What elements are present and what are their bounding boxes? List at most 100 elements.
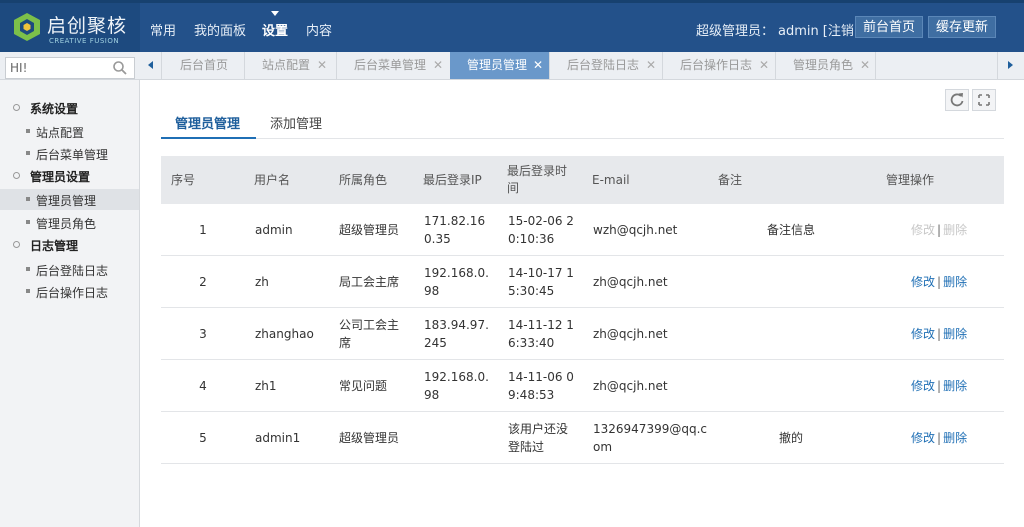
logo-mark-icon [14, 13, 40, 41]
cell-remark: 撤的 [778, 431, 803, 445]
close-icon[interactable]: ✕ [433, 52, 443, 79]
cell-role-line: 超级管理员 [339, 431, 400, 445]
cell-role-line: 超级管理员 [339, 223, 400, 237]
nav-settings[interactable]: 设置 [262, 20, 288, 39]
delete-link[interactable]: 删除 [943, 431, 967, 445]
cell-role: 公司工会主 席 [339, 316, 399, 352]
close-icon[interactable]: ✕ [317, 52, 327, 79]
search-icon[interactable] [112, 60, 128, 76]
close-icon[interactable]: ✕ [646, 52, 656, 79]
close-icon[interactable]: ✕ [860, 52, 870, 79]
cell-ip-line: 192.168.0. [424, 370, 489, 384]
cell-time-line: 15-02-06 2 [508, 214, 574, 228]
square-bullet-icon [26, 129, 30, 133]
nav-content[interactable]: 内容 [306, 20, 332, 39]
tab-label: 站点配置 [262, 58, 311, 72]
sidebar-group-system[interactable]: 系统设置 [0, 98, 140, 118]
fullscreen-button[interactable] [972, 89, 996, 111]
edit-link[interactable]: 修改 [911, 275, 935, 289]
sidebar-item-menu-management[interactable]: 后台菜单管理 [0, 143, 139, 164]
cell-email: 1326947399@qq.c om [593, 420, 707, 456]
cell-role: 超级管理员 [339, 221, 399, 239]
refresh-button[interactable] [945, 89, 969, 111]
cell-ip: 183.94.97. 245 [424, 316, 489, 352]
cell-ip-line: 245 [424, 336, 447, 350]
tab-scroll-left-icon[interactable] [140, 52, 162, 79]
edit-link[interactable]: 修改 [911, 431, 935, 445]
tab-backend-home[interactable]: 后台首页 [163, 52, 245, 79]
cell-role-line: 席 [339, 336, 352, 350]
delete-link[interactable]: 删除 [943, 327, 967, 341]
sidebar-group-admin[interactable]: 管理员设置 [0, 166, 140, 186]
edit-link[interactable]: 修改 [911, 379, 935, 393]
square-bullet-icon [26, 151, 30, 155]
sidebar-item-login-log[interactable]: 后台登陆日志 [0, 259, 139, 280]
cell-ops: 修改 | 删除 [911, 221, 967, 239]
cell-time: 15-02-06 2 0:10:36 [508, 212, 574, 248]
cache-update-button[interactable]: 缓存更新 [928, 16, 997, 38]
table-row: 4 zh1 常见问题 192.168.0. 98 14-11-06 0 9:48… [161, 360, 1004, 412]
subtab-add-admin[interactable]: 添加管理 [270, 113, 322, 132]
search-input[interactable] [6, 58, 106, 78]
sidebar-group-label: 日志管理 [30, 239, 79, 253]
cell-time-line: 登陆过 [508, 440, 545, 454]
ops-separator: | [937, 275, 942, 289]
tab-scroll-right-icon[interactable] [997, 52, 1019, 79]
sidebar-item-admin-management[interactable]: 管理员管理 [0, 189, 139, 210]
sidebar-item-site-config[interactable]: 站点配置 [0, 121, 139, 142]
nav-my-panel[interactable]: 我的面板 [194, 20, 246, 39]
circle-icon [13, 241, 20, 248]
tab-bar: 后台首页 站点配置 ✕ 后台菜单管理 ✕ 管理员管理 ✕ 后台登陆日志 ✕ 后台… [0, 52, 1024, 80]
subtab-admin-list[interactable]: 管理员管理 [175, 113, 240, 132]
cell-email-line: wzh@qcjh.net [593, 223, 678, 237]
cell-role-line: 常见问题 [339, 379, 388, 393]
col-seq: 序号 [171, 173, 196, 187]
cell-role: 常见问题 [339, 377, 387, 395]
fullscreen-icon [978, 94, 990, 106]
circle-icon [13, 172, 20, 179]
ops-separator: | [937, 431, 942, 445]
cell-ops: 修改 | 删除 [911, 273, 967, 291]
cell-email-line: zh@qcjh.net [593, 275, 668, 289]
sidebar-item-operation-log[interactable]: 后台操作日志 [0, 281, 139, 302]
table-row: 1 admin 超级管理员 171.82.16 0.35 15-02-06 2 … [161, 204, 1004, 256]
table-row: 2 zh 局工会主席 192.168.0. 98 14-10-17 1 5:30… [161, 256, 1004, 308]
cell-username: zh [255, 275, 269, 289]
edit-link[interactable]: 修改 [911, 327, 935, 341]
close-icon[interactable]: ✕ [533, 52, 543, 79]
tab-menu-management[interactable]: 后台菜单管理 ✕ [337, 52, 453, 79]
sidebar-item-label: 后台菜单管理 [36, 148, 109, 162]
ops-separator: | [937, 379, 942, 393]
cell-ip-line: 183.94.97. [424, 318, 489, 332]
close-icon[interactable]: ✕ [759, 52, 769, 79]
tab-label: 后台菜单管理 [354, 58, 427, 72]
delete-link: 删除 [943, 223, 968, 237]
sidebar-item-admin-role[interactable]: 管理员角色 [0, 212, 139, 233]
col-time: 最后登录时 间 [507, 163, 567, 197]
cell-ip: 192.168.0. 98 [424, 368, 489, 404]
delete-link[interactable]: 删除 [943, 275, 967, 289]
nav-common[interactable]: 常用 [150, 20, 176, 39]
sidebar-group-log[interactable]: 日志管理 [0, 235, 140, 255]
tab-login-log[interactable]: 后台登陆日志 ✕ [550, 52, 663, 79]
tab-admin-management[interactable]: 管理员管理 ✕ [450, 52, 550, 79]
edit-link: 修改 [911, 223, 936, 237]
logo[interactable]: 启创聚核 CREATIVE FUSION [0, 3, 140, 52]
tab-operation-log[interactable]: 后台操作日志 ✕ [663, 52, 776, 79]
col-username: 用户名 [254, 173, 291, 187]
tab-site-config[interactable]: 站点配置 ✕ [245, 52, 337, 79]
tab-label: 管理员管理 [467, 58, 528, 72]
sidebar-group-label: 系统设置 [30, 102, 79, 116]
tab-admin-role[interactable]: 管理员角色 ✕ [776, 52, 876, 79]
cell-ip-line: 98 [424, 388, 440, 402]
cell-time-line: 9:48:53 [508, 388, 555, 402]
logout-link[interactable]: [注销] [823, 24, 859, 39]
front-home-button[interactable]: 前台首页 [855, 16, 924, 38]
cell-seq: 5 [199, 431, 207, 445]
cell-time-line: 14-10-17 1 [508, 266, 574, 280]
cell-time: 14-11-06 0 9:48:53 [508, 368, 574, 404]
cell-time: 14-11-12 1 6:33:40 [508, 316, 574, 352]
cell-time-line: 6:33:40 [508, 336, 555, 350]
delete-link[interactable]: 删除 [943, 379, 967, 393]
cell-remark: 备注信息 [766, 223, 815, 237]
